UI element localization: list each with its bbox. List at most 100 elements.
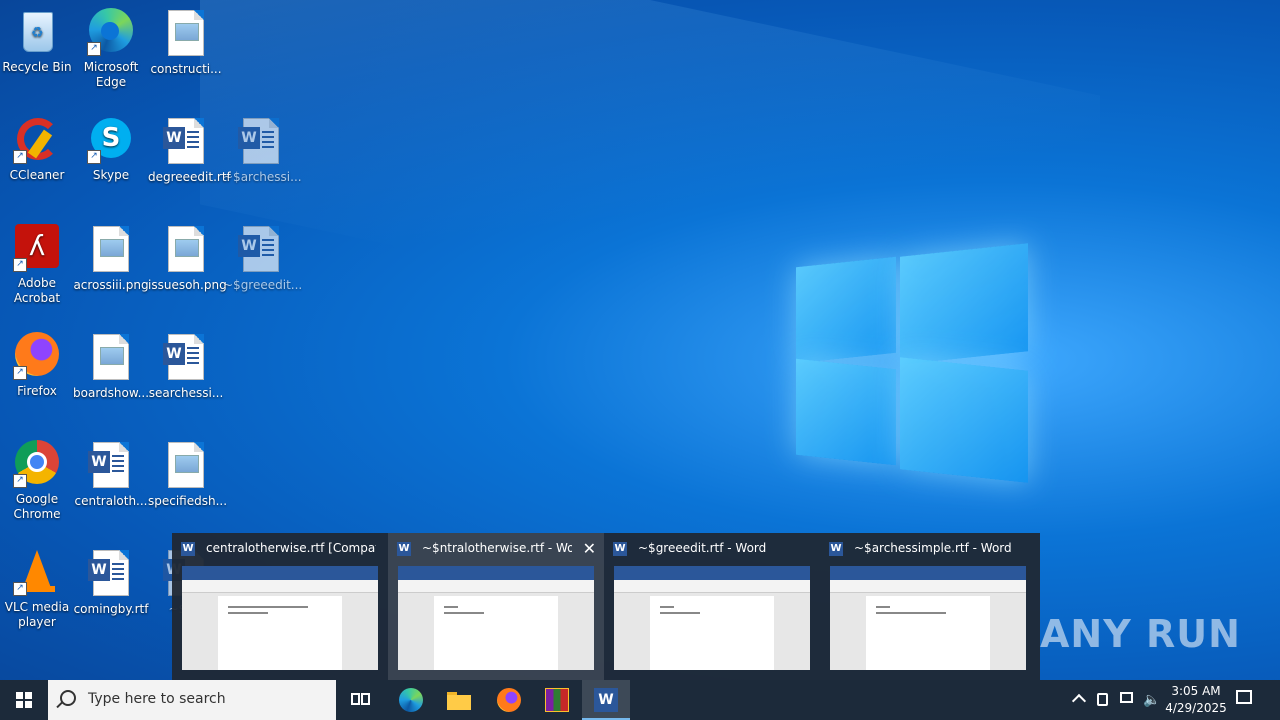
desktop-icon-label: Google Chrome xyxy=(13,492,61,521)
skype-icon: S ↗ xyxy=(87,116,135,164)
notification-icon xyxy=(1236,690,1252,704)
desktop-icon-label: Adobe Acrobat xyxy=(13,276,61,305)
shortcut-arrow-icon: ↗ xyxy=(13,366,27,380)
taskbar-firefox-button[interactable] xyxy=(485,680,533,720)
taskbar-edge-button[interactable] xyxy=(387,680,435,720)
desktop-icon-firefox[interactable]: ↗ Firefox xyxy=(0,332,75,399)
network-icon xyxy=(1120,692,1133,703)
task-view-icon xyxy=(348,688,372,712)
window-thumbnail xyxy=(614,566,810,670)
window-preview[interactable]: W ~$greeedit.rtf - Word xyxy=(604,533,820,680)
shortcut-arrow-icon: ↗ xyxy=(13,258,27,272)
winrar-icon xyxy=(545,688,569,712)
chevron-up-icon xyxy=(1071,693,1087,709)
taskbar-search-box[interactable]: Type here to search xyxy=(48,680,336,720)
desktop-icon-vlc[interactable]: ↗ VLC media player xyxy=(0,548,75,630)
volume-button[interactable]: 🔈 xyxy=(1141,680,1161,720)
desktop-icon-label: degreeedit.rtf xyxy=(148,170,231,184)
start-button[interactable] xyxy=(0,680,48,720)
chrome-icon: ↗ xyxy=(13,440,61,488)
clock-date: 4/29/2025 xyxy=(1165,701,1227,715)
desktop-icon-png-file[interactable]: issuesoh.png xyxy=(148,224,227,293)
word-document-icon: W xyxy=(87,442,135,490)
desktop-icon-file[interactable]: constructi... xyxy=(148,8,224,77)
window-preview-title: ~$archessimple.rtf - Word xyxy=(854,541,1012,555)
desktop-icon-label: acrossiii.png xyxy=(73,278,149,292)
window-preview[interactable]: W centralotherwise.rtf [Compatibi... xyxy=(172,533,388,680)
word-icon: W xyxy=(613,542,627,556)
clock-time: 3:05 AM xyxy=(1171,684,1221,698)
desktop-icon-label: constructi... xyxy=(150,62,222,76)
desktop-icon-hidden-rtf[interactable]: W ~$archessi... xyxy=(223,116,302,185)
taskbar-window-previews: W centralotherwise.rtf [Compatibi... W ~… xyxy=(172,533,1040,680)
ccleaner-icon: ↗ xyxy=(13,116,61,164)
desktop-icon-label: comingby.rtf xyxy=(73,602,149,616)
taskbar: Type here to search W 🔈 3:05 AM 4/29/202… xyxy=(0,680,1280,720)
desktop-icon-hidden-rtf[interactable]: W ~$greeedit... xyxy=(223,224,303,293)
windows-logo-wallpaper xyxy=(796,242,1028,483)
desktop-icon-microsoft-edge[interactable]: ↗ Microsoft Edge xyxy=(73,8,149,90)
windows-start-icon xyxy=(16,692,32,708)
action-center-button[interactable] xyxy=(1234,688,1254,710)
desktop-icon-png-file[interactable]: acrossiii.png xyxy=(73,224,149,293)
taskbar-file-explorer-button[interactable] xyxy=(435,680,483,720)
shortcut-arrow-icon: ↗ xyxy=(13,582,27,596)
desktop-icon-file[interactable]: boardshow... xyxy=(73,332,149,401)
word-icon: W xyxy=(829,542,843,556)
desktop-icon-label: Microsoft Edge xyxy=(83,60,139,89)
show-hidden-icons-button[interactable] xyxy=(1070,680,1088,720)
desktop-icon-rtf-file[interactable]: W comingby.rtf xyxy=(73,548,149,617)
desktop-icon-adobe-acrobat[interactable]: ʎ ↗ Adobe Acrobat xyxy=(0,224,75,306)
desktop-icon-label: Recycle Bin xyxy=(2,60,72,74)
window-preview[interactable]: W ~$ntralotherwise.rtf - Wo... ✕ xyxy=(388,533,604,680)
desktop-icon-label: ~$archessi... xyxy=(223,170,302,184)
image-file-icon xyxy=(162,10,210,58)
volume-icon: 🔈 xyxy=(1143,692,1161,708)
task-view-button[interactable] xyxy=(336,680,384,720)
window-thumbnail xyxy=(182,566,378,670)
image-file-icon xyxy=(162,442,210,490)
window-thumbnail xyxy=(830,566,1026,670)
close-icon[interactable]: ✕ xyxy=(583,539,596,558)
taskbar-winrar-button[interactable] xyxy=(533,680,581,720)
desktop-icon-ccleaner[interactable]: ↗ CCleaner xyxy=(0,116,75,183)
desktop-icon-skype[interactable]: S ↗ Skype xyxy=(73,116,149,183)
word-document-icon: W xyxy=(237,118,285,166)
taskbar-clock[interactable]: 3:05 AM 4/29/2025 xyxy=(1162,683,1230,717)
firefox-icon xyxy=(497,688,521,712)
taskbar-word-button[interactable]: W xyxy=(582,680,630,720)
window-preview-title: ~$greeedit.rtf - Word xyxy=(638,541,767,555)
desktop-icon-label: centraloth... xyxy=(74,494,148,508)
desktop-icon-rtf-file[interactable]: W degreeedit.rtf xyxy=(148,116,231,185)
desktop-icon-rtf-file[interactable]: W searchessi... xyxy=(148,332,224,401)
vlc-cone-icon: ↗ xyxy=(13,548,61,596)
folder-icon xyxy=(447,688,471,712)
desktop-icon-google-chrome[interactable]: ↗ Google Chrome xyxy=(0,440,75,522)
desktop-icon-label: searchessi... xyxy=(148,386,224,400)
word-document-icon: W xyxy=(162,334,210,382)
tray-device-icon-button[interactable] xyxy=(1093,680,1113,720)
desktop-icon-rtf-file[interactable]: W centraloth... xyxy=(73,440,149,509)
desktop-icon-label: issuesoh.png xyxy=(148,278,227,292)
recycle-bin-icon: ♻ xyxy=(13,8,61,56)
image-file-icon xyxy=(87,226,135,274)
desktop-icon-recycle-bin[interactable]: ♻ Recycle Bin xyxy=(0,8,75,75)
network-button[interactable] xyxy=(1117,680,1137,720)
desktop-icon-label: boardshow... xyxy=(73,386,150,400)
desktop-icon-label: VLC media player xyxy=(4,600,70,629)
edge-icon: ↗ xyxy=(87,8,135,56)
search-placeholder: Type here to search xyxy=(88,691,226,707)
desktop-icon-label: ~$greeedit... xyxy=(223,278,303,292)
image-file-icon xyxy=(162,226,210,274)
desktop-icon-label: CCleaner xyxy=(9,168,65,182)
edge-icon xyxy=(399,688,423,712)
adobe-acrobat-icon: ʎ ↗ xyxy=(13,224,61,272)
shortcut-arrow-icon: ↗ xyxy=(13,474,27,488)
shortcut-arrow-icon: ↗ xyxy=(87,150,101,164)
window-preview-title: ~$ntralotherwise.rtf - Wo... xyxy=(422,541,572,555)
window-preview[interactable]: W ~$archessimple.rtf - Word xyxy=(820,533,1036,680)
desktop-icon-file[interactable]: specifiedsh... xyxy=(148,440,227,509)
desktop-icon-label: Skype xyxy=(92,168,130,182)
window-thumbnail xyxy=(398,566,594,670)
word-icon: W xyxy=(594,688,618,712)
